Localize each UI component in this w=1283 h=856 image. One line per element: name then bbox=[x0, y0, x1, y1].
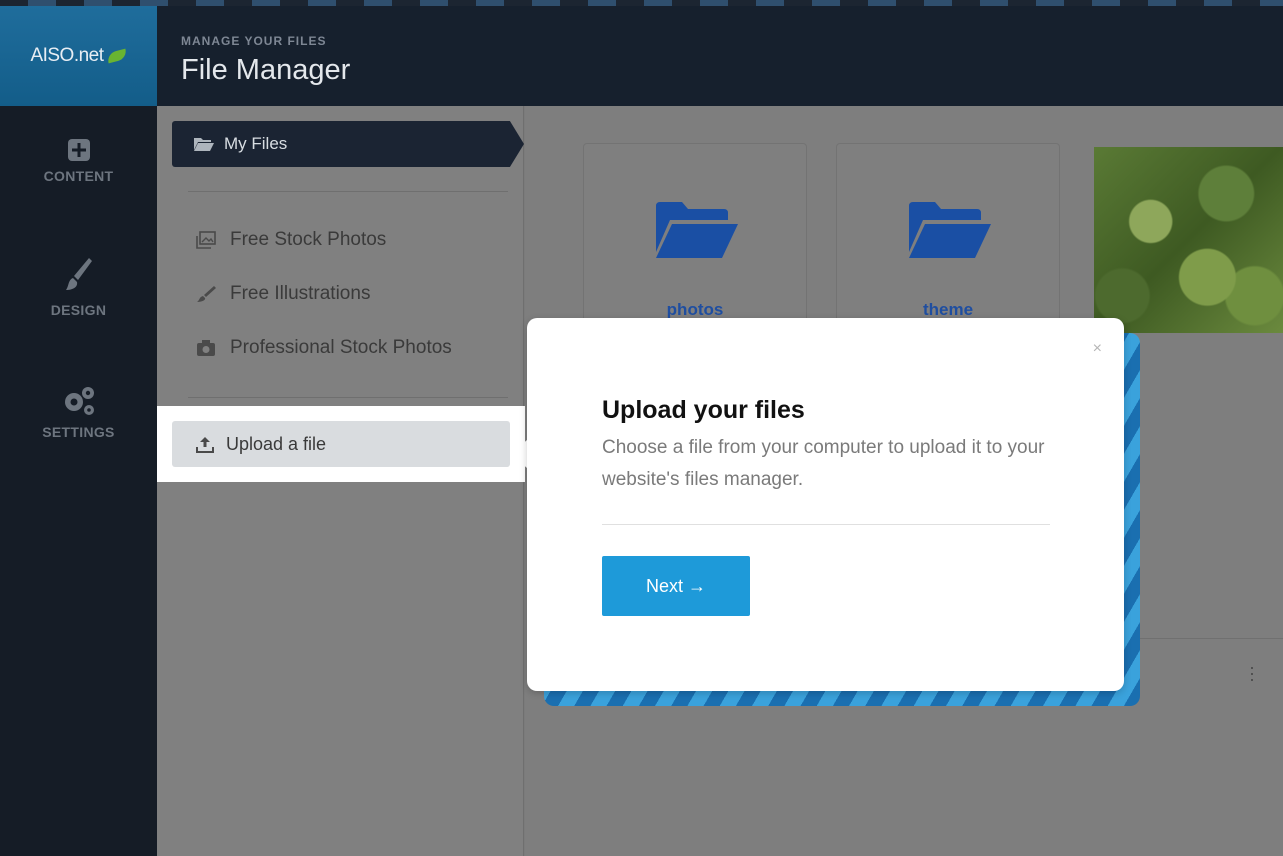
folder-card-photos[interactable]: photos bbox=[583, 143, 807, 333]
folder-name: theme bbox=[922, 300, 974, 319]
next-button[interactable]: Next → bbox=[602, 556, 750, 616]
close-icon[interactable]: × bbox=[1093, 340, 1102, 358]
images-icon bbox=[196, 231, 216, 249]
folder-open-icon bbox=[194, 138, 214, 151]
popup-description: Choose a file from your computer to uplo… bbox=[602, 437, 1045, 490]
sidebar-link-label: Free Stock Photos bbox=[230, 229, 387, 250]
popup-title: Upload your files bbox=[602, 396, 805, 424]
rail-label: DESIGN bbox=[50, 302, 107, 318]
brush-icon bbox=[197, 286, 216, 302]
image-thumbnail[interactable] bbox=[1094, 147, 1283, 333]
upload-file-label: Upload a file bbox=[226, 433, 327, 454]
logo-text: AISO.net bbox=[30, 45, 104, 66]
logo[interactable]: AISO.net bbox=[0, 6, 157, 106]
upload-tour-popup: × Upload your files Choose a file from y… bbox=[527, 318, 1124, 691]
page-header: MANAGE YOUR FILES File Manager bbox=[157, 6, 1283, 106]
camera-icon bbox=[197, 340, 215, 356]
my-files-button[interactable]: My Files bbox=[172, 121, 524, 167]
more-options-icon[interactable]: · · · bbox=[1249, 658, 1255, 688]
popup-pointer bbox=[511, 440, 527, 468]
my-files-label: My Files bbox=[224, 134, 288, 153]
divider bbox=[188, 397, 508, 398]
sidebar-link-free-illustrations[interactable]: Free Illustrations bbox=[196, 283, 370, 305]
page-title: File Manager bbox=[181, 54, 351, 86]
sidebar-link-label: Professional Stock Photos bbox=[230, 337, 452, 358]
plus-square-icon bbox=[67, 139, 90, 161]
upload-file-button[interactable]: Upload a file bbox=[172, 421, 510, 467]
sidebar-link-free-stock-photos[interactable]: Free Stock Photos bbox=[196, 229, 386, 251]
upload-icon bbox=[196, 437, 214, 453]
divider bbox=[1120, 638, 1283, 639]
folder-card-theme[interactable]: theme bbox=[836, 143, 1060, 333]
folder-icon bbox=[909, 202, 991, 258]
rail-item-design[interactable]: DESIGN bbox=[0, 256, 157, 320]
paintbrush-icon bbox=[65, 258, 92, 290]
top-stripe bbox=[0, 0, 1283, 6]
rail-item-content[interactable]: CONTENT bbox=[0, 138, 157, 186]
folder-name: photos bbox=[666, 300, 724, 319]
rail-label: SETTINGS bbox=[42, 424, 115, 440]
sidebar-link-professional-stock-photos[interactable]: Professional Stock Photos bbox=[196, 337, 452, 359]
divider bbox=[602, 524, 1050, 525]
gears-icon bbox=[64, 387, 94, 415]
page-subtitle: MANAGE YOUR FILES bbox=[181, 34, 327, 48]
folder-icon bbox=[656, 202, 738, 258]
divider bbox=[188, 191, 508, 192]
leaf-icon bbox=[105, 48, 128, 64]
sidebar-link-label: Free Illustrations bbox=[230, 283, 371, 304]
rail-item-settings[interactable]: SETTINGS bbox=[0, 384, 157, 442]
nav-rail: AISO.net CONTENT DESIGN SETTINGS bbox=[0, 0, 157, 856]
rail-label: CONTENT bbox=[43, 168, 114, 184]
